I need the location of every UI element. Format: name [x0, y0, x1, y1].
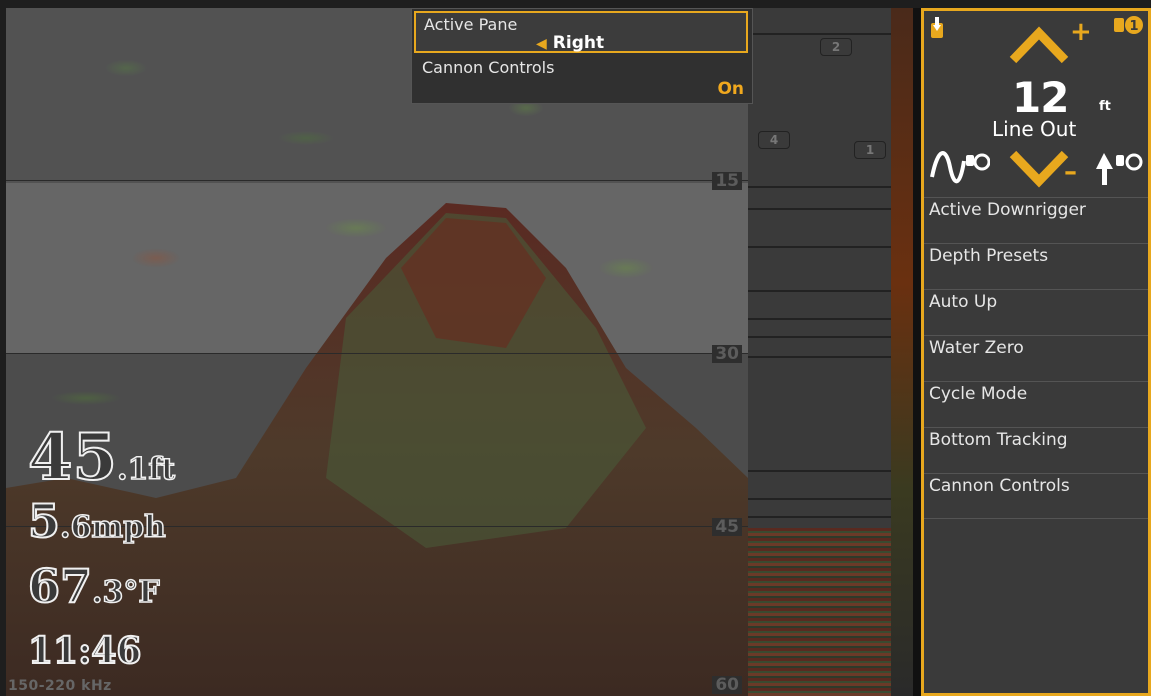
strip-divider: [748, 33, 891, 35]
menu-item-cycle-mode[interactable]: Cycle Mode: [924, 381, 1148, 427]
downrigger-tracker-4[interactable]: 4: [758, 131, 790, 149]
downrigger-panel: 1 + 12 ft Line Out – Active Downrigger D…: [921, 8, 1151, 696]
speed-readout: 5.6mph: [27, 494, 167, 548]
sonar-view[interactable]: 15 30 45 60 45.1ft 5.6mph 67.3°F 11:46 1…: [6, 8, 748, 696]
menu-item-active-downrigger[interactable]: Active Downrigger: [924, 197, 1148, 243]
strip-divider: [748, 208, 891, 210]
menu-item-bottom-tracking[interactable]: Bottom Tracking: [924, 427, 1148, 473]
strip-returns: [748, 528, 891, 696]
downrigger-menu: Active Downrigger Depth Presets Auto Up …: [924, 197, 1148, 519]
badge-number: 1: [1129, 19, 1138, 34]
time-readout: 11:46: [27, 630, 142, 672]
strip-divider: [748, 186, 891, 188]
menu-item-depth-presets[interactable]: Depth Presets: [924, 243, 1148, 289]
pane-divider: [913, 8, 921, 696]
water-temp-readout: 67.3°F: [27, 559, 160, 613]
frequency-label: 150-220 kHz: [8, 678, 112, 694]
color-scale-bar: [891, 8, 913, 696]
raise-chevron-up-icon[interactable]: [1008, 25, 1070, 65]
strip-divider: [748, 336, 891, 338]
cannon-controls-option-label[interactable]: Cannon Controls: [422, 58, 554, 77]
active-pane-option[interactable]: Active Pane ◀ Right: [414, 11, 748, 53]
a-scope-strip: 2 4 1: [748, 8, 891, 696]
lower-minus-icon[interactable]: –: [1064, 157, 1077, 187]
pane-options-popup: Active Pane ◀ Right Cannon Controls On: [411, 8, 753, 104]
menu-item-cannon-controls[interactable]: Cannon Controls: [924, 473, 1148, 519]
left-arrow-icon[interactable]: ◀: [536, 36, 547, 52]
lower-chevron-down-icon[interactable]: [1008, 149, 1070, 189]
depth-gridline: [6, 353, 748, 354]
depth-gridline: [6, 180, 748, 181]
downrigger-control-header: 1 + 12 ft Line Out –: [924, 11, 1148, 197]
strip-divider: [748, 498, 891, 500]
downrigger-weight-icon: [931, 17, 943, 38]
line-out-label: Line Out: [992, 117, 1077, 141]
active-pane-label: Active Pane: [424, 15, 518, 34]
line-out-value: 12: [1012, 73, 1069, 122]
strip-divider: [748, 318, 891, 320]
cannon-controls-option-value[interactable]: On: [717, 79, 744, 99]
strip-divider: [748, 356, 891, 358]
strip-divider: [748, 516, 891, 518]
downrigger-tracker-2[interactable]: 2: [820, 38, 852, 56]
menu-item-auto-up[interactable]: Auto Up: [924, 289, 1148, 335]
downrigger-tracker-1[interactable]: 1: [854, 141, 886, 159]
auto-up-icon[interactable]: [1094, 147, 1146, 187]
downrigger-number-badge-icon: 1: [1114, 16, 1143, 34]
raise-plus-icon[interactable]: +: [1070, 17, 1092, 47]
depth-label-30: 30: [712, 345, 742, 363]
line-out-unit: ft: [1099, 99, 1111, 114]
active-pane-value: ◀ Right: [536, 33, 605, 53]
menu-item-water-zero[interactable]: Water Zero: [924, 335, 1148, 381]
depth-readout: 45.1ft: [27, 420, 176, 495]
depth-label-60: 60: [712, 676, 742, 694]
depth-label-45: 45: [712, 518, 742, 536]
strip-divider: [748, 246, 891, 248]
strip-divider: [748, 290, 891, 292]
cycle-mode-icon[interactable]: [928, 147, 990, 187]
depth-label-15: 15: [712, 172, 742, 190]
strip-divider: [748, 470, 891, 472]
